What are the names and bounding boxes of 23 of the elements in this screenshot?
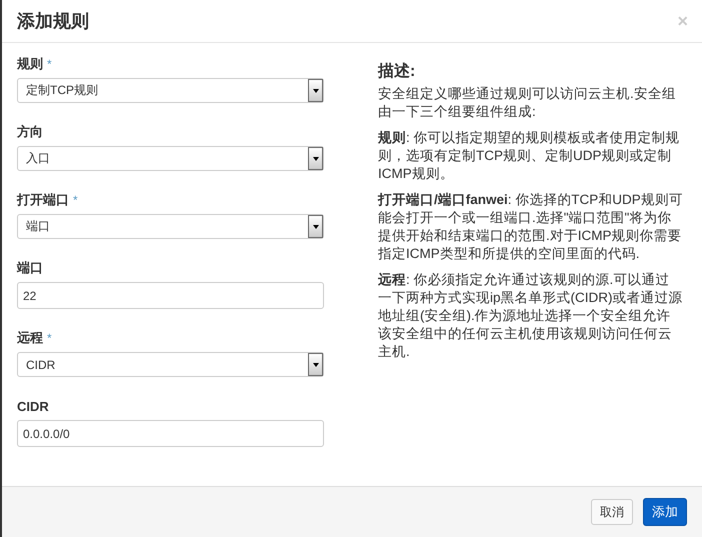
field-label: 端口 xyxy=(17,259,43,277)
field-label: CIDR xyxy=(17,398,49,414)
select-field[interactable]: 入口 xyxy=(17,146,324,171)
select-field[interactable]: 定制TCP规则 xyxy=(17,78,324,103)
dialog-title: 添加规则 xyxy=(17,10,89,33)
description-text: 打开端口/端口fanwei: 你选择的TCP和UDP规则可能会打开一个或一组端口.选择"端口范围"将为你提供开始和结束端口的范围.对于ICMP规则你需要指定ICMP类型和所提供的空间里面的代码. xyxy=(378,191,683,263)
description-heading: 描述: xyxy=(378,62,416,82)
add-button[interactable]: 添加 xyxy=(643,498,687,526)
input-field[interactable]: 22 xyxy=(17,282,324,309)
cancel-button[interactable]: 取消 xyxy=(591,499,633,525)
field-label: 规则 xyxy=(17,55,43,73)
field-label: 打开端口 xyxy=(17,191,69,209)
required-mark: * xyxy=(47,57,52,71)
select-field[interactable]: 端口 xyxy=(17,214,324,239)
description-text: 规则: 你可以指定期望的规则模板或者使用定制规则，选项有定制TCP规则、定制UDP规则或定制ICMP规则。 xyxy=(378,129,681,183)
field-label: 方向 xyxy=(17,123,43,141)
description-text: 远程: 你必须指定允许通过该规则的源.可以通过一下两种方式实现ip黑名单形式(CIDR)或者通过源地址组(安全组).作为源地址选择一个安全组允许该安全组中的任何云主机使用该规则访问任何云主机. xyxy=(378,271,683,361)
select-field[interactable]: CIDR xyxy=(17,352,324,377)
required-mark: * xyxy=(73,193,78,207)
input-field[interactable]: 0.0.0.0/0 xyxy=(17,420,324,447)
field-label: 远程 xyxy=(17,329,43,347)
description-text: 安全组定义哪些通过规则可以访问云主机.安全组由一下三个组要组件组成: xyxy=(378,85,677,121)
required-mark: * xyxy=(47,331,52,345)
